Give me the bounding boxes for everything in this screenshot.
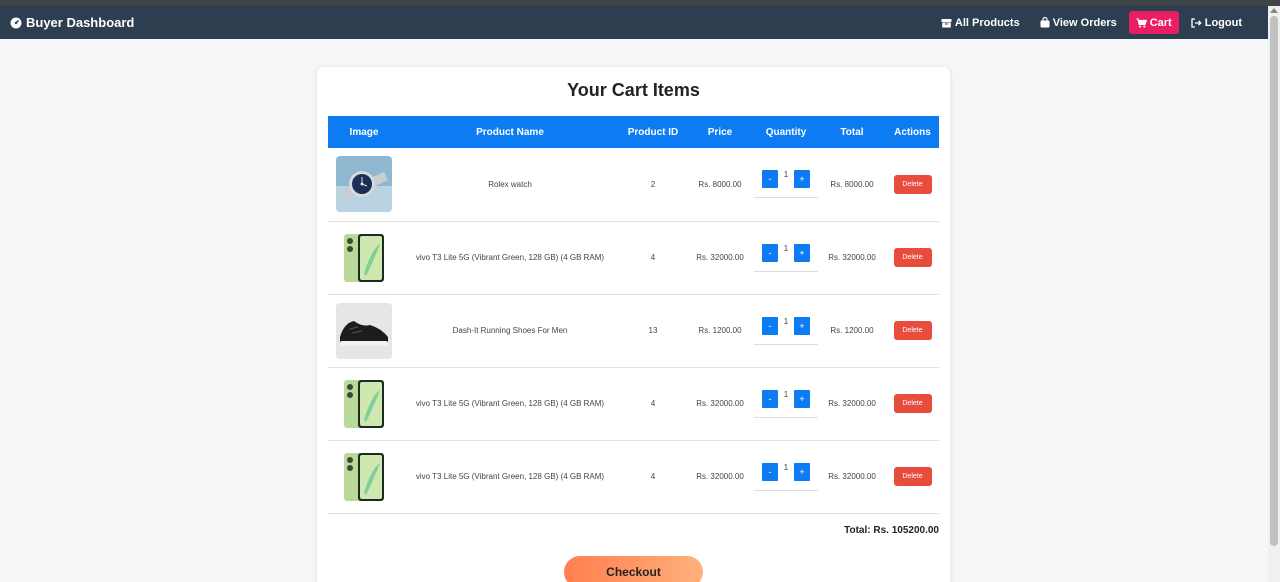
box-icon — [941, 18, 952, 27]
product-id: 4 — [650, 472, 656, 481]
scroll-up-icon[interactable] — [1270, 8, 1278, 13]
header-product-id: Product ID — [627, 126, 679, 138]
product-id: 13 — [648, 326, 658, 335]
nav-view-orders[interactable]: View Orders — [1032, 11, 1125, 34]
nav-cart-label: Cart — [1149, 16, 1172, 29]
delete-button[interactable]: Delete — [893, 174, 932, 194]
nav-view-orders-label: View Orders — [1052, 16, 1117, 29]
table-row: vivo T3 Lite 5G (Vibrant Green, 128 GB) … — [328, 367, 939, 440]
product-name: vivo T3 Lite 5G (Vibrant Green, 128 GB) … — [415, 472, 605, 481]
header-product-name: Product Name — [476, 126, 544, 138]
nav-links: All Products View Orders Cart Logout — [929, 6, 1250, 39]
product-name: vivo T3 Lite 5G (Vibrant Green, 128 GB) … — [415, 399, 605, 408]
qty-plus-button[interactable]: + — [794, 389, 810, 408]
table-row: Rolex watch 2 Rs. 8000.00 - 1 + Rs. 8000… — [328, 148, 939, 221]
scrollbar-thumb[interactable] — [1270, 16, 1278, 546]
qty-value: 1 — [783, 243, 789, 253]
brand-label: Buyer Dashboard — [26, 15, 135, 30]
dashboard-icon — [10, 17, 22, 28]
checkout-button[interactable]: Checkout — [564, 556, 703, 582]
product-id: 4 — [650, 253, 656, 262]
qty-minus-button[interactable]: - — [762, 170, 778, 189]
product-total: Rs. 8000.00 — [830, 179, 874, 189]
product-image-phone — [336, 448, 392, 505]
logout-icon — [1191, 17, 1202, 28]
product-id: 4 — [650, 399, 656, 408]
cart-grand-total: Total: Rs. 105200.00 — [844, 525, 939, 536]
header-actions: Actions — [894, 126, 931, 138]
product-image-phone — [336, 229, 392, 286]
product-image-watch — [336, 156, 392, 213]
qty-value: 1 — [783, 389, 789, 399]
qty-value: 1 — [783, 316, 789, 326]
nav-logout[interactable]: Logout — [1183, 11, 1250, 34]
product-price: Rs. 8000.00 — [698, 179, 742, 189]
shopping-bag-icon — [1040, 17, 1050, 28]
product-image-shoe — [336, 302, 392, 359]
qty-value: 1 — [783, 170, 789, 180]
cart-icon — [1136, 17, 1147, 28]
delete-button[interactable]: Delete — [893, 467, 932, 486]
quantity-stepper: - 1 + — [754, 462, 818, 491]
quantity-stepper: - 1 + — [754, 170, 818, 199]
cart-title: Your Cart Items — [567, 80, 700, 100]
page-scrollbar[interactable] — [1268, 6, 1280, 582]
delete-button[interactable]: Delete — [893, 248, 932, 267]
product-total: Rs. 32000.00 — [828, 399, 876, 408]
header-price: Price — [707, 126, 733, 138]
qty-value: 1 — [783, 462, 789, 472]
product-id: 2 — [650, 179, 656, 189]
header-image: Image — [349, 126, 379, 138]
qty-plus-button[interactable]: + — [794, 462, 810, 481]
table-row: vivo T3 Lite 5G (Vibrant Green, 128 GB) … — [328, 440, 939, 513]
nav-logout-label: Logout — [1204, 16, 1242, 29]
quantity-stepper: - 1 + — [754, 243, 818, 272]
qty-plus-button[interactable]: + — [794, 316, 810, 335]
product-name: Rolex watch — [488, 179, 532, 189]
brand[interactable]: Buyer Dashboard — [10, 15, 134, 30]
table-row: Dash-It Running Shoes For Men 13 Rs. 120… — [328, 294, 939, 367]
product-name: vivo T3 Lite 5G (Vibrant Green, 128 GB) … — [415, 253, 605, 262]
qty-minus-button[interactable]: - — [762, 316, 778, 335]
product-name: Dash-It Running Shoes For Men — [452, 326, 568, 335]
qty-minus-button[interactable]: - — [762, 462, 778, 481]
product-price: Rs. 32000.00 — [696, 253, 744, 262]
cart-card: Your Cart Items Image Product Name Produ… — [317, 67, 950, 582]
header-quantity: Quantity — [765, 126, 807, 138]
product-price: Rs. 32000.00 — [696, 399, 744, 408]
cart-table: Image Product Name Product ID Price Quan… — [328, 116, 939, 514]
qty-plus-button[interactable]: + — [794, 170, 810, 189]
product-price: Rs. 32000.00 — [696, 472, 744, 481]
product-image-phone — [336, 375, 392, 432]
navbar: Buyer Dashboard All Products View Orders — [0, 6, 1268, 39]
nav-all-products-label: All Products — [954, 16, 1020, 29]
delete-button[interactable]: Delete — [893, 321, 932, 340]
nav-all-products[interactable]: All Products — [933, 11, 1028, 34]
product-price: Rs. 1200.00 — [698, 326, 742, 335]
nav-cart[interactable]: Cart — [1128, 11, 1179, 34]
table-header-row: Image Product Name Product ID Price Quan… — [328, 116, 939, 148]
qty-plus-button[interactable]: + — [794, 243, 810, 262]
product-total: Rs. 32000.00 — [828, 472, 876, 481]
quantity-stepper: - 1 + — [754, 389, 818, 418]
delete-button[interactable]: Delete — [893, 394, 932, 413]
table-row: vivo T3 Lite 5G (Vibrant Green, 128 GB) … — [328, 221, 939, 294]
qty-minus-button[interactable]: - — [762, 389, 778, 408]
qty-minus-button[interactable]: - — [762, 243, 778, 262]
product-total: Rs. 1200.00 — [830, 326, 874, 335]
product-total: Rs. 32000.00 — [828, 253, 876, 262]
header-total: Total — [840, 126, 864, 138]
quantity-stepper: - 1 + — [754, 316, 818, 345]
